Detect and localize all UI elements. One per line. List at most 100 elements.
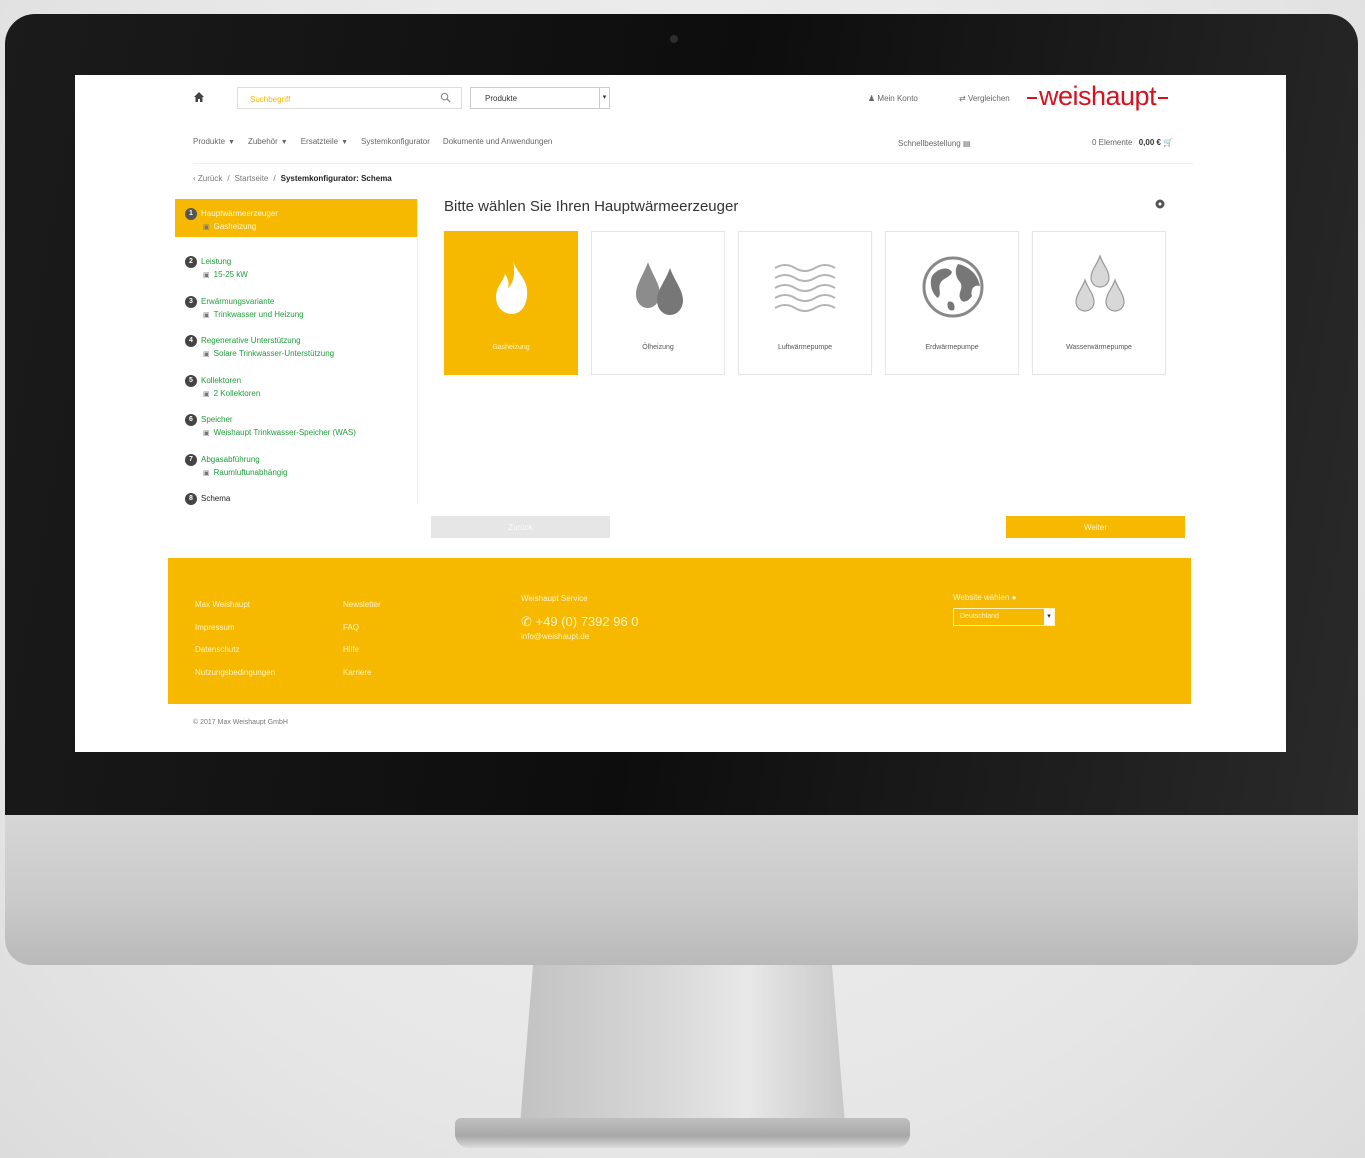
site-select[interactable]: Deutschland ▾ xyxy=(953,608,1055,626)
step-title: Hauptwärmeerzeuger xyxy=(201,209,278,218)
nav-item-documents[interactable]: Dokumente und Anwendungen xyxy=(443,137,552,151)
service-phone[interactable]: ✆ +49 (0) 7392 96 0 xyxy=(521,614,639,630)
screen: Produkte ▾ ♟ Mein Konto ⇄ Vergleichen we… xyxy=(75,75,1286,752)
search-box xyxy=(237,87,462,109)
step-schema[interactable]: 8 Schema xyxy=(175,484,417,524)
site-select-label-text: Website wählen xyxy=(953,593,1010,602)
service-phone-number: +49 (0) 7392 96 0 xyxy=(535,614,639,629)
quick-order-link[interactable]: Schnellbestellung ▤ xyxy=(898,139,971,148)
service-mail[interactable]: info@weishaupt.de xyxy=(521,632,589,641)
option-gas-heating[interactable]: Gasheizung xyxy=(444,231,578,375)
option-label: Erdwärmepumpe xyxy=(925,344,979,351)
breadcrumb-home[interactable]: Startseite xyxy=(235,174,269,183)
step-number: 7 xyxy=(185,453,197,466)
option-label: Luftwärmepumpe xyxy=(777,344,833,351)
step-title: Regenerative Unterstützung xyxy=(201,336,301,345)
option-label: Wasserwärmepumpe xyxy=(1066,344,1132,351)
nav-item-label: Produkte xyxy=(193,137,226,146)
step-title: Schema xyxy=(201,494,231,503)
location-pin-icon: ● xyxy=(1011,593,1017,602)
footer-link[interactable]: Nutzungsbedingungen xyxy=(195,662,275,685)
option-label: Ölheizung xyxy=(642,344,674,351)
nav-item-accessories[interactable]: Zubehör ▼ xyxy=(248,137,288,151)
step-selection: Solare Trinkwasser-Unterstützung xyxy=(203,349,335,358)
monitor-chin xyxy=(5,815,1358,965)
back-button[interactable]: Zurück xyxy=(431,516,610,538)
step-flue-gas[interactable]: 7 Abgasabführung Raumluftunabhängig xyxy=(175,445,417,485)
footer-link[interactable]: FAQ xyxy=(343,617,381,640)
search-icon[interactable] xyxy=(440,92,451,103)
breadcrumb-back-label: Zurück xyxy=(197,174,223,183)
step-title: Erwärmungsvariante xyxy=(201,296,275,306)
breadcrumb-back[interactable]: ‹ Zurück xyxy=(193,174,222,183)
nav-item-configurator[interactable]: Systemkonfigurator xyxy=(361,137,430,151)
step-number: 4 xyxy=(185,335,197,347)
footer-link[interactable]: Hilfe xyxy=(343,639,381,662)
nav-item-products[interactable]: Produkte ▼ xyxy=(193,137,235,151)
help-icon[interactable] xyxy=(1155,199,1165,209)
footer: Max Weishaupt Impressum Datenschutz Nutz… xyxy=(168,558,1191,704)
step-number: 8 xyxy=(185,493,197,505)
step-title: Speicher xyxy=(201,415,233,424)
phone-icon: ✆ xyxy=(521,614,532,629)
caret-down-icon: ▼ xyxy=(341,139,348,146)
search-input[interactable] xyxy=(250,92,430,106)
option-air-heat-pump[interactable]: Luftwärmepumpe xyxy=(738,231,872,375)
air-waves-icon xyxy=(774,264,836,312)
account-link[interactable]: ♟ Mein Konto xyxy=(868,94,918,103)
cart-count: 0 Elemente xyxy=(1092,138,1133,147)
cart[interactable]: 0 Elemente 0,00 € 🛒 xyxy=(1092,138,1173,147)
weishaupt-logo[interactable]: weishaupt xyxy=(1025,81,1170,112)
step-selection: 2 Kollektoren xyxy=(203,389,261,398)
product-select-value: Produkte xyxy=(485,94,518,103)
footer-links-col1: Max Weishaupt Impressum Datenschutz Nutz… xyxy=(195,594,275,684)
step-number: 6 xyxy=(185,414,197,426)
cart-icon: 🛒 xyxy=(1163,138,1174,147)
step-storage[interactable]: 6 Speicher Weishaupt Trinkwasser-Speiche… xyxy=(175,405,417,445)
page-title: Bitte wählen Sie Ihren Hauptwärmeerzeuge… xyxy=(444,198,739,215)
footer-link[interactable]: Max Weishaupt xyxy=(195,594,275,617)
option-oil-heating[interactable]: Ölheizung xyxy=(591,231,725,375)
globe-icon xyxy=(922,256,984,318)
footer-link[interactable]: Datenschutz xyxy=(195,639,275,662)
camera xyxy=(670,35,678,43)
list-icon: ▤ xyxy=(962,139,971,148)
next-button[interactable]: Weiter xyxy=(1006,516,1185,538)
site-select-value: Deutschland xyxy=(960,613,999,620)
step-selection: Raumluftunabhängig xyxy=(203,468,288,477)
home-icon[interactable] xyxy=(193,91,205,103)
footer-link[interactable]: Karriere xyxy=(343,662,381,685)
water-drops-icon xyxy=(1075,254,1125,312)
nav-item-spare-parts[interactable]: Ersatzteile ▼ xyxy=(301,137,348,151)
step-selection: Gasheizung xyxy=(203,222,257,231)
select-arrow-icon: ▾ xyxy=(599,88,609,108)
monitor-stand-base xyxy=(455,1118,910,1148)
breadcrumb: ‹ Zurück / Startseite / Systemkonfigurator: … xyxy=(193,174,392,183)
option-water-heat-pump[interactable]: Wasserwärmepumpe xyxy=(1032,231,1166,375)
compare-link[interactable]: ⇄ Vergleichen xyxy=(959,94,1010,103)
nav-item-label: Dokumente und Anwendungen xyxy=(442,137,553,146)
nav-item-label: Systemkonfigurator xyxy=(361,137,430,146)
step-main-heat-generator[interactable]: 1 Hauptwärmeerzeuger Gasheizung xyxy=(175,199,417,237)
logo-dash-right xyxy=(1158,96,1169,99)
option-ground-heat-pump[interactable]: Erdwärmepumpe xyxy=(885,231,1019,375)
step-regenerative-support[interactable]: 4 Regenerative Unterstützung Solare Trin… xyxy=(175,326,417,366)
step-selection: Trinkwasser und Heizung xyxy=(203,310,304,319)
header: Produkte ▾ ♟ Mein Konto ⇄ Vergleichen we… xyxy=(75,75,1286,120)
step-collectors[interactable]: 5 Kollektoren 2 Kollektoren xyxy=(175,366,417,406)
step-selection: 15-25 kW xyxy=(203,270,248,279)
footer-link[interactable]: Impressum xyxy=(195,617,275,640)
step-title: Kollektoren xyxy=(201,375,242,385)
compare-icon: ⇄ xyxy=(959,94,966,103)
footer-link[interactable]: Newsletter xyxy=(343,594,381,617)
nav-item-label: Zubehör xyxy=(247,137,278,146)
step-heating-variant[interactable]: 3 Erwärmungsvariante Trinkwasser und Hei… xyxy=(175,287,417,327)
account-link-label: Mein Konto xyxy=(877,94,918,103)
step-number: 1 xyxy=(185,208,197,220)
nav-item-label: Ersatzteile xyxy=(300,137,339,146)
product-select[interactable]: Produkte ▾ xyxy=(470,87,610,109)
compare-link-label: Vergleichen xyxy=(967,94,1010,103)
step-power[interactable]: 2 Leistung 15-25 kW xyxy=(175,247,417,287)
cart-total: 0,00 € xyxy=(1138,138,1161,147)
breadcrumb-separator: / xyxy=(227,174,230,183)
